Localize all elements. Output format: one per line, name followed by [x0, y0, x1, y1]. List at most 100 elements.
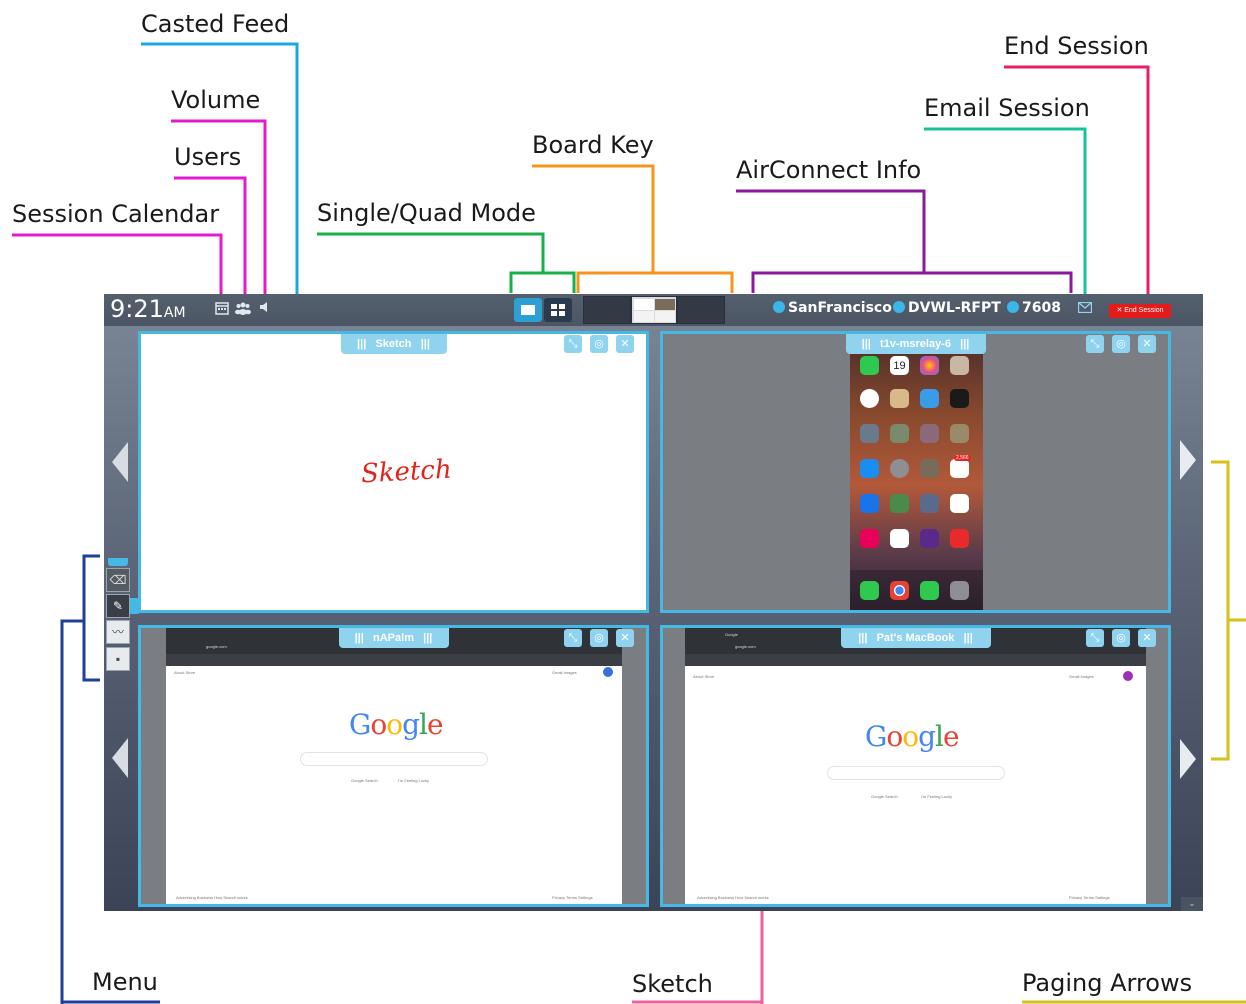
phone-app-icon — [860, 581, 879, 600]
callout-board-key — [532, 164, 655, 273]
google-search-button[interactable]: Google Search — [351, 778, 378, 783]
page-right-arrow-top[interactable] — [1180, 440, 1196, 480]
quad-mode-button[interactable] — [544, 298, 572, 322]
annotation-board-key: Board Key — [532, 131, 654, 159]
app-icon — [950, 529, 969, 548]
google-logo: Google — [349, 708, 444, 741]
gmail-app-icon — [950, 459, 969, 478]
close-panel-icon[interactable]: ✕ — [616, 629, 634, 647]
feeling-lucky-button[interactable]: I'm Feeling Lucky — [398, 778, 429, 783]
volume-icon[interactable] — [257, 301, 273, 317]
annotation-paging-arrows: Paging Arrows — [1022, 969, 1193, 997]
callout-single-quad-bracket — [509, 271, 576, 293]
app-icon — [890, 529, 909, 548]
page-right-arrow-bottom[interactable] — [1180, 739, 1196, 779]
footer-right[interactable]: Privacy Terms Settings — [1069, 895, 1110, 900]
panel-title-tab[interactable]: ||| Sketch ||| — [340, 334, 447, 354]
address-bar[interactable]: google.com — [206, 644, 227, 649]
camera-icon[interactable]: ◎ — [1112, 335, 1130, 353]
key-icon — [1007, 301, 1019, 313]
board-key-page-3[interactable] — [677, 296, 725, 324]
phone-screen: 19 2,566 — [850, 334, 983, 610]
video-camera-button[interactable]: ▪ — [106, 647, 130, 671]
evernote-app-icon — [950, 494, 969, 513]
single-mode-button[interactable] — [514, 298, 542, 322]
callout-users — [174, 176, 247, 300]
chrome-app-icon — [890, 581, 909, 600]
links-left[interactable]: About Store — [693, 674, 714, 679]
panel-title-tab[interactable]: ||| nAPalm ||| — [338, 628, 449, 648]
audio-wave-button[interactable]: 〰 — [106, 620, 130, 644]
close-panel-icon[interactable]: ✕ — [616, 335, 634, 353]
folder-app-icon — [920, 459, 939, 478]
t1v-screen: 9:21AM SanFrancisco DVWL-RFPT 7608 ✕ End… — [104, 294, 1203, 911]
airconnect-icon — [773, 301, 785, 313]
annotation-casted-feed: Casted Feed — [141, 10, 290, 38]
callout-airconnect-bracket — [751, 271, 1073, 293]
search-input[interactable] — [300, 752, 488, 766]
folder-app-icon — [860, 424, 879, 443]
airconnect-key: 7608 — [1007, 300, 1061, 316]
email-session-icon[interactable] — [1076, 301, 1094, 317]
feeling-lucky-button[interactable]: I'm Feeling Lucky — [921, 794, 952, 799]
callout-board-key-bracket — [576, 271, 734, 293]
annotation-email-session: Email Session — [924, 94, 1090, 122]
annotation-session-calendar: Session Calendar — [12, 200, 220, 228]
calendar-icon[interactable] — [214, 301, 230, 317]
account-avatar[interactable] — [1123, 671, 1133, 681]
app-icon — [860, 529, 879, 548]
browser-window: google.com About Store Gmail Images Goog… — [166, 628, 622, 904]
fullscreen-icon[interactable]: ⤡ — [564, 629, 582, 647]
browser-tab[interactable]: Google — [725, 632, 738, 637]
top-bar: 9:21AM SanFrancisco DVWL-RFPT 7608 ✕ End… — [104, 294, 1203, 326]
callout-session-calendar — [12, 233, 223, 300]
sketch-text: Sketch — [360, 454, 453, 490]
annotation-users: Users — [174, 143, 242, 171]
pen-button[interactable]: ✎ — [106, 594, 130, 618]
footer-left[interactable]: Advertising Business How Search works — [697, 895, 769, 900]
google-search-button[interactable]: Google Search — [871, 794, 898, 799]
users-icon[interactable] — [235, 301, 251, 317]
menu-collapse-tab[interactable] — [108, 558, 128, 566]
board-key-page-2[interactable] — [631, 296, 677, 324]
fullscreen-icon[interactable]: ⤡ — [1086, 629, 1104, 647]
links-right[interactable]: Gmail Images — [552, 670, 577, 675]
corner-button[interactable]: ⌄ — [1181, 897, 1203, 911]
mail-badge: 2,566 — [954, 455, 971, 461]
camera-icon[interactable]: ◎ — [1112, 629, 1130, 647]
annotation-sketch: Sketch — [632, 970, 713, 998]
links-left[interactable]: About Store — [174, 670, 195, 675]
callout-paging-bracket — [1211, 460, 1230, 761]
account-avatar[interactable] — [603, 667, 613, 677]
bookmarks-bar — [166, 654, 622, 666]
panel-title-tab[interactable]: ||| t1v-msrelay-6 ||| — [845, 334, 986, 354]
camera-icon[interactable]: ◎ — [590, 629, 608, 647]
annotation-single-quad-mode: Single/Quad Mode — [317, 199, 536, 227]
panel-msrelay[interactable]: ||| t1v-msrelay-6 ||| ⤡ ◎ ✕ 19 2,566 — [660, 331, 1171, 613]
panel-title-tab[interactable]: ||| Pat's MacBook ||| — [840, 628, 991, 648]
footer-right[interactable]: Privacy Terms Settings — [552, 895, 593, 900]
fullscreen-icon[interactable]: ⤡ — [564, 335, 582, 353]
panel-napalm[interactable]: google.com About Store Gmail Images Goog… — [138, 625, 649, 907]
annotation-menu: Menu — [92, 968, 158, 996]
camera-icon[interactable]: ◎ — [590, 335, 608, 353]
fullscreen-icon[interactable]: ⤡ — [1086, 335, 1104, 353]
panel-pats-macbook[interactable]: Google google.com About Store Gmail Imag… — [660, 625, 1171, 907]
links-right[interactable]: Gmail Images — [1069, 674, 1094, 679]
folder-app-icon — [890, 424, 909, 443]
search-input[interactable] — [827, 766, 1005, 780]
bookmarks-bar — [685, 654, 1146, 666]
close-panel-icon[interactable]: ✕ — [1138, 629, 1156, 647]
page-left-arrow-bottom[interactable] — [112, 738, 128, 778]
board-key-page-1[interactable] — [583, 296, 631, 324]
eraser-button[interactable]: ⌫ — [106, 568, 130, 592]
folder-app-icon — [950, 424, 969, 443]
browser-window: Google google.com About Store Gmail Imag… — [685, 628, 1146, 904]
panel-sketch[interactable]: ||| Sketch ||| ⤡ ◎ ✕ Sketch — [138, 331, 649, 613]
calendar-app-icon: 19 — [890, 356, 909, 375]
address-bar[interactable]: google.com — [735, 644, 756, 649]
page-left-arrow-top[interactable] — [112, 442, 128, 482]
footer-left[interactable]: Advertising Business How Search works — [176, 895, 248, 900]
close-panel-icon[interactable]: ✕ — [1138, 335, 1156, 353]
end-session-button[interactable]: ✕ End Session — [1109, 304, 1171, 318]
